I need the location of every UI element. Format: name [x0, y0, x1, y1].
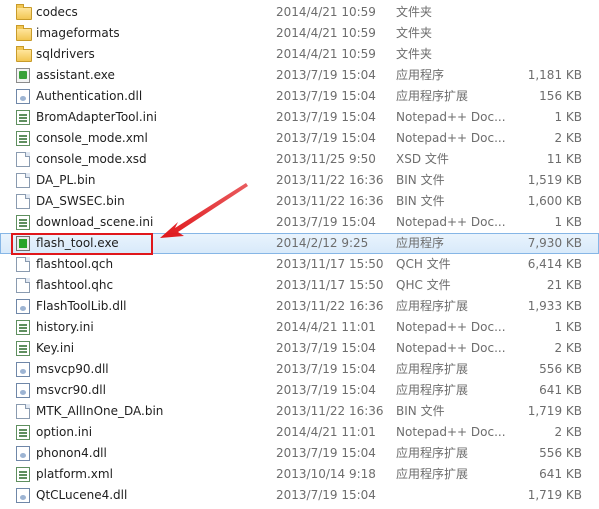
annotation-arrow-icon [160, 183, 248, 238]
